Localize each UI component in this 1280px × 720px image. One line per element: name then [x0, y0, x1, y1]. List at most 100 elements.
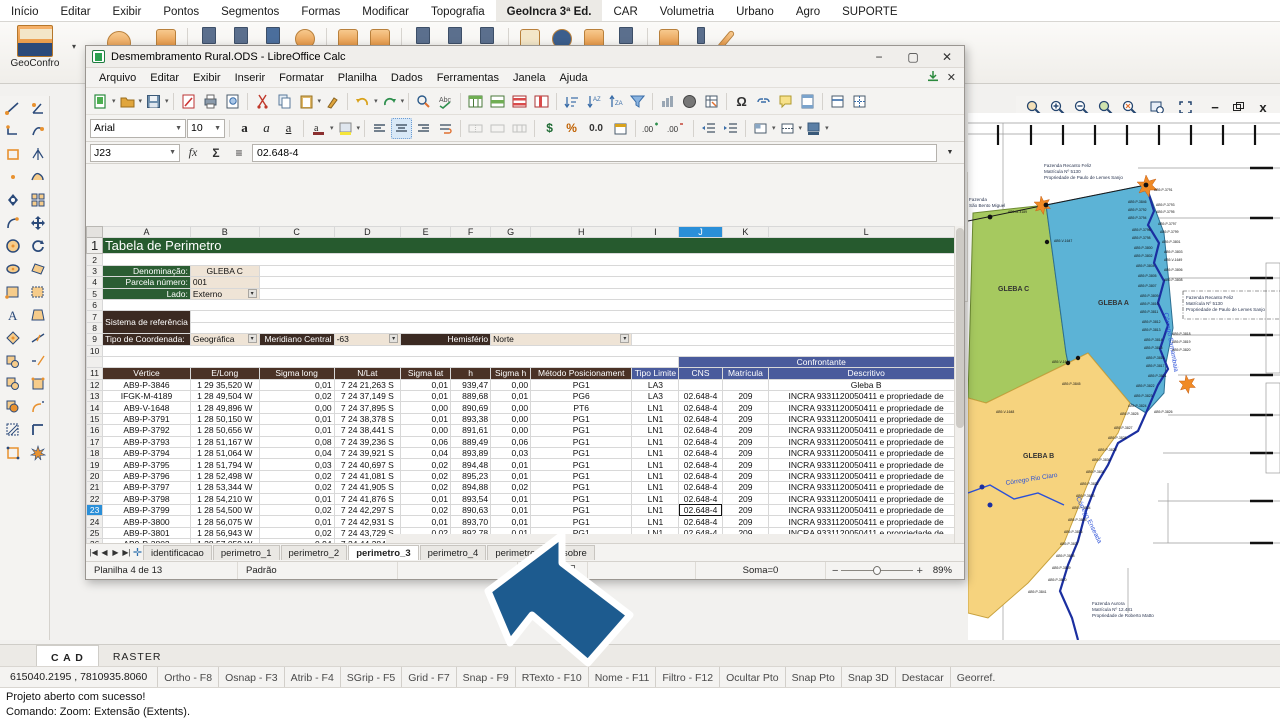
ribbon-tab-car[interactable]: CAR: [602, 0, 648, 21]
cell-nlat[interactable]: 7 24 41,905 S: [333, 481, 402, 494]
move-tool-icon[interactable]: [25, 211, 50, 234]
cell-h[interactable]: 893,54: [449, 492, 492, 506]
cell-metodo[interactable]: PG1: [530, 412, 633, 426]
cell-elong[interactable]: 1 28 49,896 W: [189, 401, 260, 414]
first-sheet-icon[interactable]: |◀: [88, 548, 99, 557]
cell-matricula[interactable]: 209: [721, 481, 770, 494]
save-icon[interactable]: [143, 91, 164, 112]
cell-sigma-long[interactable]: 0,02: [258, 503, 335, 517]
export-pdf-icon[interactable]: [178, 91, 199, 112]
snap-node-icon[interactable]: [0, 188, 25, 211]
label-tool-icon[interactable]: [0, 326, 25, 349]
cell-sigma-lat[interactable]: 0,02: [400, 481, 451, 494]
cell-h[interactable]: 893,89: [449, 447, 492, 460]
cell-tipo-limite[interactable]: LN1: [631, 503, 680, 517]
freeze-rows-icon[interactable]: [827, 91, 848, 112]
menu-ferramentas[interactable]: Ferramentas: [430, 72, 506, 84]
cell-nlat[interactable]: 7 24 37,895 S: [333, 401, 402, 414]
cell-matricula[interactable]: 209: [721, 401, 770, 414]
menu-inserir[interactable]: Inserir: [228, 72, 273, 84]
menu-ajuda[interactable]: Ajuda: [552, 72, 594, 84]
table-row[interactable]: 12 AB9-P-3846 1 29 35,520 W 0,01 7 24 21,263…: [86, 378, 964, 392]
row-header-6[interactable]: 6: [86, 298, 104, 312]
cell-vertice[interactable]: AB9-P-3793: [102, 435, 191, 449]
cell-metodo[interactable]: PG1: [530, 469, 633, 483]
sum-icon[interactable]: Σ: [206, 144, 226, 162]
cell-matricula[interactable]: 209: [721, 435, 770, 449]
field-value-lado[interactable]: ▾ Externo: [189, 287, 260, 300]
number-format-button[interactable]: 0.0: [583, 118, 609, 139]
ribbon-tab-modificar[interactable]: Modificar: [351, 0, 420, 21]
cell-sigma-h[interactable]: 0,01: [490, 458, 532, 471]
cell-sigma-h[interactable]: 0,00: [490, 412, 532, 426]
cell-elong[interactable]: 1 29 35,520 W: [189, 378, 260, 392]
cell-matricula[interactable]: 209: [721, 390, 770, 403]
column-header-j[interactable]: J: [678, 226, 723, 239]
cut-icon[interactable]: [252, 91, 273, 112]
undo-icon[interactable]: [352, 91, 373, 112]
percent-format-button[interactable]: %: [561, 118, 582, 139]
skew-tool-icon[interactable]: [25, 257, 50, 280]
menu-janela[interactable]: Janela: [506, 72, 552, 84]
field-value-meridiano-central[interactable]: ▾ -63: [333, 333, 402, 346]
open-document-icon[interactable]: [117, 91, 138, 112]
cell-h[interactable]: 890,63: [449, 503, 492, 517]
spreadsheet-grid[interactable]: A B C D E F G H I J K L 1 Tabela de Peri…: [86, 226, 964, 543]
table-row[interactable]: 16 AB9-P-3792 1 28 50,656 W 0,01 7 24 38,441…: [86, 424, 964, 437]
highlight-color-button[interactable]: [335, 118, 356, 139]
cell-tipo-limite[interactable]: LN1: [631, 481, 680, 494]
row-header-11[interactable]: 11: [86, 367, 104, 380]
cell-cns[interactable]: 02.648-4: [678, 401, 723, 414]
find-replace-icon[interactable]: [413, 91, 434, 112]
row-header-3[interactable]: 3: [86, 264, 104, 278]
cell-elong[interactable]: 1 28 54,210 W: [189, 492, 260, 506]
cell-sigma-lat[interactable]: 0,04: [400, 447, 451, 460]
table-row[interactable]: 22 AB9-P-3798 1 28 54,210 W 0,01 7 24 41,876…: [86, 492, 964, 506]
pivot-table-icon[interactable]: [701, 91, 722, 112]
row-header[interactable]: 14: [86, 401, 104, 414]
cell-vertice[interactable]: AB9-P-3797: [102, 481, 191, 494]
array-tool-icon[interactable]: [25, 188, 50, 211]
cell-metodo[interactable]: PG1: [530, 378, 633, 392]
cell-sigma-lat[interactable]: 0,01: [400, 390, 451, 403]
formula-input[interactable]: 02.648-4: [252, 143, 937, 162]
row-header-7[interactable]: 7: [86, 310, 104, 323]
cell-tipo-limite[interactable]: LN1: [631, 435, 680, 449]
menu-planilha[interactable]: Planilha: [331, 72, 384, 84]
chevron-down-icon[interactable]: ▾: [68, 22, 80, 51]
calc-title-bar[interactable]: Desmembramento Rural.ODS - LibreOffice C…: [86, 46, 964, 68]
cell-vertice[interactable]: AB9-P-3791: [102, 412, 191, 426]
cell-elong[interactable]: 1 28 51,794 W: [189, 458, 260, 471]
snap-button-sgrip[interactable]: SGrip - F5: [339, 667, 401, 687]
cell-h[interactable]: 894,48: [449, 458, 492, 471]
increase-indent-button[interactable]: [720, 118, 741, 139]
add-sheet-icon[interactable]: ✛: [132, 546, 143, 559]
angle-tool-icon[interactable]: [25, 96, 50, 119]
ribbon-tab-geoincra[interactable]: GeoIncra 3ª Ed.: [495, 0, 603, 21]
copy-icon[interactable]: [274, 91, 295, 112]
cell-cns[interactable]: 02.648-4: [678, 412, 723, 426]
cell-cns-selected[interactable]: 02.648-4: [678, 503, 723, 517]
cell-sigma-long[interactable]: 0,02: [258, 526, 335, 540]
cell-cns[interactable]: 02.648-4: [678, 447, 723, 460]
snap-button-atrib[interactable]: Atrib - F4: [283, 667, 340, 687]
command-line-area[interactable]: Projeto aberto com sucesso! Comando: Zoo…: [0, 687, 1280, 720]
hatch-tool-icon[interactable]: [0, 418, 25, 441]
vertical-scrollbar[interactable]: [954, 226, 964, 543]
cell-cns[interactable]: [678, 378, 723, 392]
previous-sheet-icon[interactable]: ◀: [99, 548, 110, 557]
cell-sigma-h[interactable]: 0,01: [490, 492, 532, 506]
sort-icon[interactable]: [561, 91, 582, 112]
cell-descritivo[interactable]: INCRA 9331120050411 e propriedade de: [768, 447, 964, 460]
chevron-down-icon[interactable]: ▾: [318, 97, 322, 105]
spline-tool-icon[interactable]: [25, 119, 50, 142]
cell-sigma-long[interactable]: 0,02: [258, 390, 335, 403]
polyline-tool-icon[interactable]: [0, 119, 25, 142]
cell-tipo-limite[interactable]: LN1: [631, 424, 680, 437]
cell-descritivo[interactable]: INCRA 9331120050411 e propriedade de: [768, 390, 964, 403]
copy-tool-icon[interactable]: [25, 372, 50, 395]
column-header-c[interactable]: C: [258, 226, 335, 239]
cell-sigma-long[interactable]: 0,08: [258, 435, 335, 449]
cell-nlat[interactable]: 7 24 38,378 S: [333, 412, 402, 426]
hyperlink-icon[interactable]: [753, 91, 774, 112]
